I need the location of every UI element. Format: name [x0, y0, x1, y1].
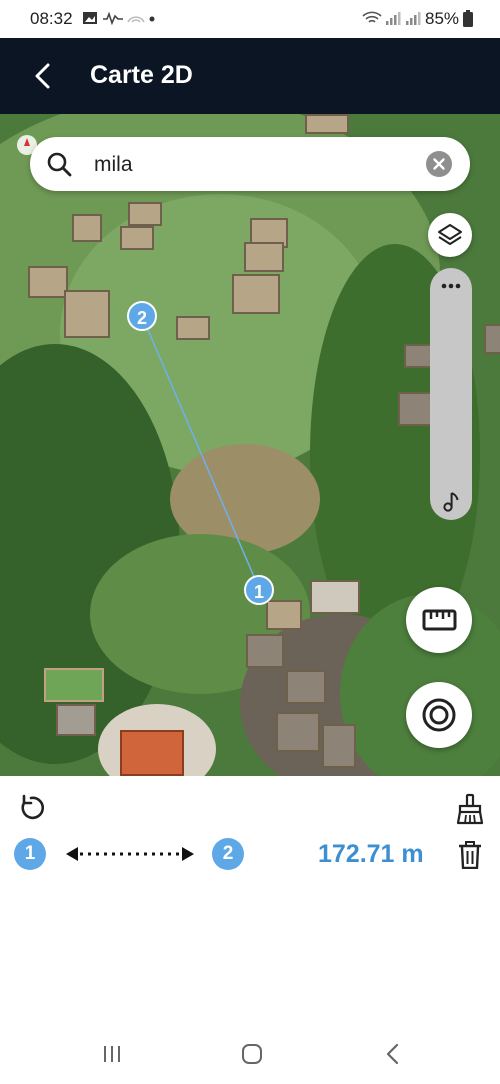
recent-apps-icon[interactable]	[101, 1044, 123, 1064]
map-point-2[interactable]: 2	[127, 301, 157, 331]
vertical-slider[interactable]	[430, 268, 472, 520]
search-icon	[47, 152, 72, 177]
layers-button[interactable]	[428, 213, 472, 257]
close-icon	[433, 158, 445, 170]
locate-button[interactable]	[406, 682, 472, 748]
battery-icon	[463, 10, 473, 27]
target-icon	[422, 698, 456, 732]
activity-icon	[103, 11, 123, 26]
status-time: 08:32	[30, 9, 73, 28]
clear-search-button[interactable]	[426, 151, 452, 177]
status-bar: 08:32 85%	[0, 0, 500, 38]
distance-value: 172.71 m	[318, 840, 424, 868]
wifi-icon	[362, 11, 382, 23]
undo-icon[interactable]	[16, 793, 46, 823]
to-point-badge: 2	[212, 838, 244, 870]
more-dots-icon[interactable]	[441, 282, 461, 290]
music-note-icon	[443, 492, 459, 512]
from-point-badge: 1	[14, 838, 46, 870]
broom-icon[interactable]	[455, 793, 485, 825]
page-title: Carte 2D	[90, 61, 193, 89]
measurement-line	[141, 315, 259, 587]
layers-icon	[438, 224, 462, 245]
cast-icon	[127, 16, 145, 23]
image-notification-icon	[83, 12, 97, 24]
dot-icon	[149, 16, 155, 22]
back-icon[interactable]	[383, 1043, 403, 1065]
ruler-icon	[422, 609, 457, 631]
satellite-map[interactable]: 2 1	[0, 114, 500, 776]
search-input[interactable]	[92, 149, 416, 181]
ruler-button[interactable]	[406, 587, 472, 653]
system-nav-bar	[0, 1036, 500, 1084]
search-bar	[30, 137, 470, 191]
home-icon[interactable]	[241, 1043, 263, 1065]
map-point-1[interactable]: 1	[244, 575, 274, 605]
measure-panel: 1 2 172.71 m	[0, 776, 500, 1036]
signal-icon-2	[406, 12, 421, 25]
app-header: Carte 2D	[0, 38, 500, 114]
battery-percent: 85%	[425, 9, 460, 28]
chevron-left-icon[interactable]	[28, 60, 60, 92]
trash-icon[interactable]	[458, 841, 482, 869]
distance-arrow-icon	[66, 847, 194, 861]
signal-icon-1	[386, 12, 401, 25]
